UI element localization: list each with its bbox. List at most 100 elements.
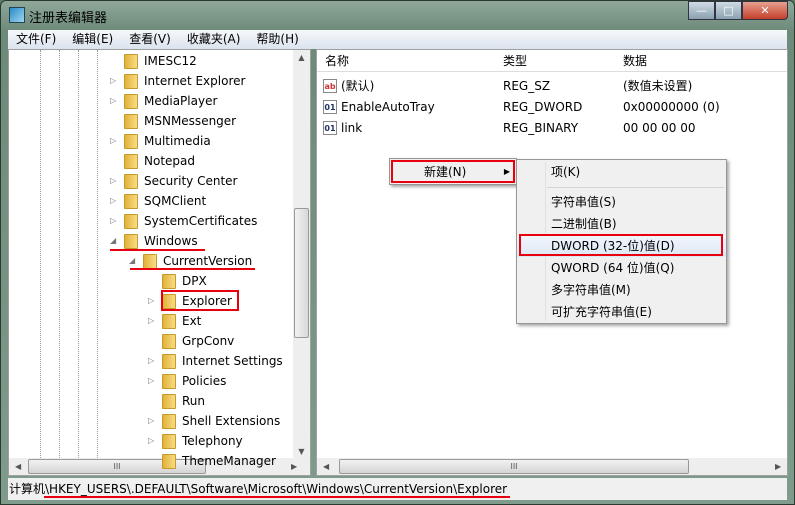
folder-icon: [162, 373, 176, 389]
value-row[interactable]: 01 link REG_BINARY 00 00 00 00: [317, 118, 787, 138]
folder-icon: [124, 113, 138, 129]
tree-node-label: Windows: [144, 234, 198, 248]
folder-icon: [162, 413, 176, 429]
scroll-down-arrow[interactable]: ▼: [293, 447, 310, 456]
submenu-item-multistring[interactable]: 多字符串值(M): [517, 279, 726, 301]
tree-node[interactable]: ▷ Policies: [148, 371, 226, 391]
value-row[interactable]: ab (默认) REG_SZ (数值未设置): [317, 76, 787, 96]
tree-node[interactable]: ▷ Security Center: [110, 171, 237, 191]
value-row[interactable]: 01 EnableAutoTray REG_DWORD 0x00000000 (0): [317, 97, 787, 117]
values-horizontal-scrollbar[interactable]: ◀ III ▶: [317, 458, 787, 475]
tree-node-label: Telephony: [182, 434, 243, 448]
tree-node[interactable]: ▷ Shell Extensions: [148, 411, 280, 431]
folder-icon: [124, 213, 138, 229]
tree-node[interactable]: ▷ Multimedia: [110, 131, 211, 151]
submenu-item-string[interactable]: 字符串值(S): [517, 191, 726, 213]
tree-node[interactable]: ▷ Internet Settings: [148, 351, 283, 371]
tree-node[interactable]: ▷ SQMClient: [110, 191, 206, 211]
currentversion-highlight-underline: [130, 268, 255, 270]
tree-node[interactable]: ▷ Ext: [148, 311, 201, 331]
explorer-highlight-box: [161, 290, 239, 311]
tree-node-label: Internet Explorer: [144, 74, 246, 88]
menu-edit[interactable]: 编辑(E): [64, 30, 121, 49]
expand-toggle-icon[interactable]: ▷: [110, 91, 120, 111]
tree-node[interactable]: ◢ Windows: [110, 231, 198, 251]
minimize-button[interactable]: —: [688, 1, 715, 20]
tree-node-label: DPX: [182, 274, 207, 288]
tree-node[interactable]: ▷ MediaPlayer: [110, 91, 217, 111]
folder-icon: [124, 233, 138, 249]
tree-node-label: Internet Settings: [182, 354, 283, 368]
folder-icon: [162, 393, 176, 409]
menu-favorites[interactable]: 收藏夹(A): [179, 30, 249, 49]
expand-toggle-icon[interactable]: ▷: [148, 411, 158, 431]
expand-toggle-icon[interactable]: ◢: [110, 231, 120, 251]
value-data: 00 00 00 00: [623, 121, 696, 135]
binary-value-icon: 01: [323, 121, 337, 135]
tree-node[interactable]: IMESC12: [110, 51, 197, 71]
tree-node[interactable]: GrpConv: [148, 331, 234, 351]
tree-node[interactable]: MSNMessenger: [110, 111, 236, 131]
column-name[interactable]: 名称: [325, 50, 349, 72]
tree-vertical-scrollbar[interactable]: ▲ ▼: [293, 50, 310, 459]
expand-toggle-icon[interactable]: ▷: [110, 211, 120, 231]
tree-node-label: Multimedia: [144, 134, 211, 148]
maximize-button[interactable]: □: [715, 1, 742, 20]
expand-toggle-icon[interactable]: ▷: [148, 371, 158, 391]
windows-highlight-underline: [110, 249, 205, 251]
folder-icon: [124, 93, 138, 109]
scroll-right-arrow[interactable]: ▶: [291, 458, 297, 475]
window-title: 注册表编辑器: [29, 11, 108, 26]
scroll-left-arrow[interactable]: ◀: [323, 458, 329, 475]
folder-icon: [124, 153, 138, 169]
tree-node[interactable]: DPX: [148, 271, 207, 291]
tree-node-label: Run: [182, 394, 206, 408]
column-data[interactable]: 数据: [623, 50, 647, 72]
folder-icon: [124, 73, 138, 89]
expand-toggle-icon[interactable]: ▷: [148, 431, 158, 451]
expand-toggle-icon[interactable]: ▷: [110, 71, 120, 91]
tree-node-label: IMESC12: [144, 54, 197, 68]
expand-toggle-icon[interactable]: ▷: [110, 171, 120, 191]
folder-icon: [162, 433, 176, 449]
expand-toggle-icon[interactable]: ▷: [148, 351, 158, 371]
tree-node[interactable]: Notepad: [110, 151, 195, 171]
tree-node[interactable]: ▷ Internet Explorer: [110, 71, 245, 91]
expand-toggle-icon[interactable]: ▷: [148, 291, 158, 311]
tree-node[interactable]: ThemeManager: [148, 451, 276, 471]
tree-vscroll-thumb[interactable]: [294, 208, 309, 338]
folder-icon: [162, 333, 176, 349]
tree-node-label: ThemeManager: [182, 454, 276, 468]
submenu-item-binary[interactable]: 二进制值(B): [517, 213, 726, 235]
close-button[interactable]: ✕: [742, 1, 788, 20]
value-data: (数值未设置): [623, 79, 693, 93]
tree-node-label: Policies: [182, 374, 227, 388]
tree-node[interactable]: Run: [148, 391, 205, 411]
expand-toggle-icon[interactable]: ▷: [148, 311, 158, 331]
path-highlight-underline: [44, 496, 510, 498]
submenu-item-qword[interactable]: QWORD (64 位)值(Q): [517, 257, 726, 279]
expand-toggle-icon[interactable]: ▷: [110, 131, 120, 151]
scroll-left-arrow[interactable]: ◀: [15, 458, 21, 475]
binary-value-icon: 01: [323, 100, 337, 114]
value-name: EnableAutoTray: [341, 100, 435, 114]
menu-view[interactable]: 查看(V): [121, 30, 179, 49]
tree-node[interactable]: ▷ Telephony: [148, 431, 243, 451]
tree-node-label: Security Center: [144, 174, 238, 188]
values-hscroll-thumb[interactable]: III: [339, 459, 689, 474]
column-type[interactable]: 类型: [503, 50, 527, 72]
tree-node-label: SQMClient: [144, 194, 207, 208]
regedit-app-icon: [9, 7, 25, 23]
folder-icon: [162, 353, 176, 369]
submenu-item-expandstring[interactable]: 可扩充字符串值(E): [517, 301, 726, 323]
tree-node[interactable]: ▷ SystemCertificates: [110, 211, 257, 231]
menu-file[interactable]: 文件(F): [8, 30, 64, 49]
expand-toggle-icon[interactable]: ▷: [110, 191, 120, 211]
menu-help[interactable]: 帮助(H): [248, 30, 306, 49]
scroll-up-arrow[interactable]: ▲: [293, 53, 310, 62]
submenu-item-key[interactable]: 项(K): [517, 161, 726, 183]
folder-icon: [143, 253, 157, 269]
tree-node-label: MediaPlayer: [144, 94, 218, 108]
string-value-icon: ab: [323, 79, 337, 93]
scroll-right-arrow[interactable]: ▶: [775, 458, 781, 475]
